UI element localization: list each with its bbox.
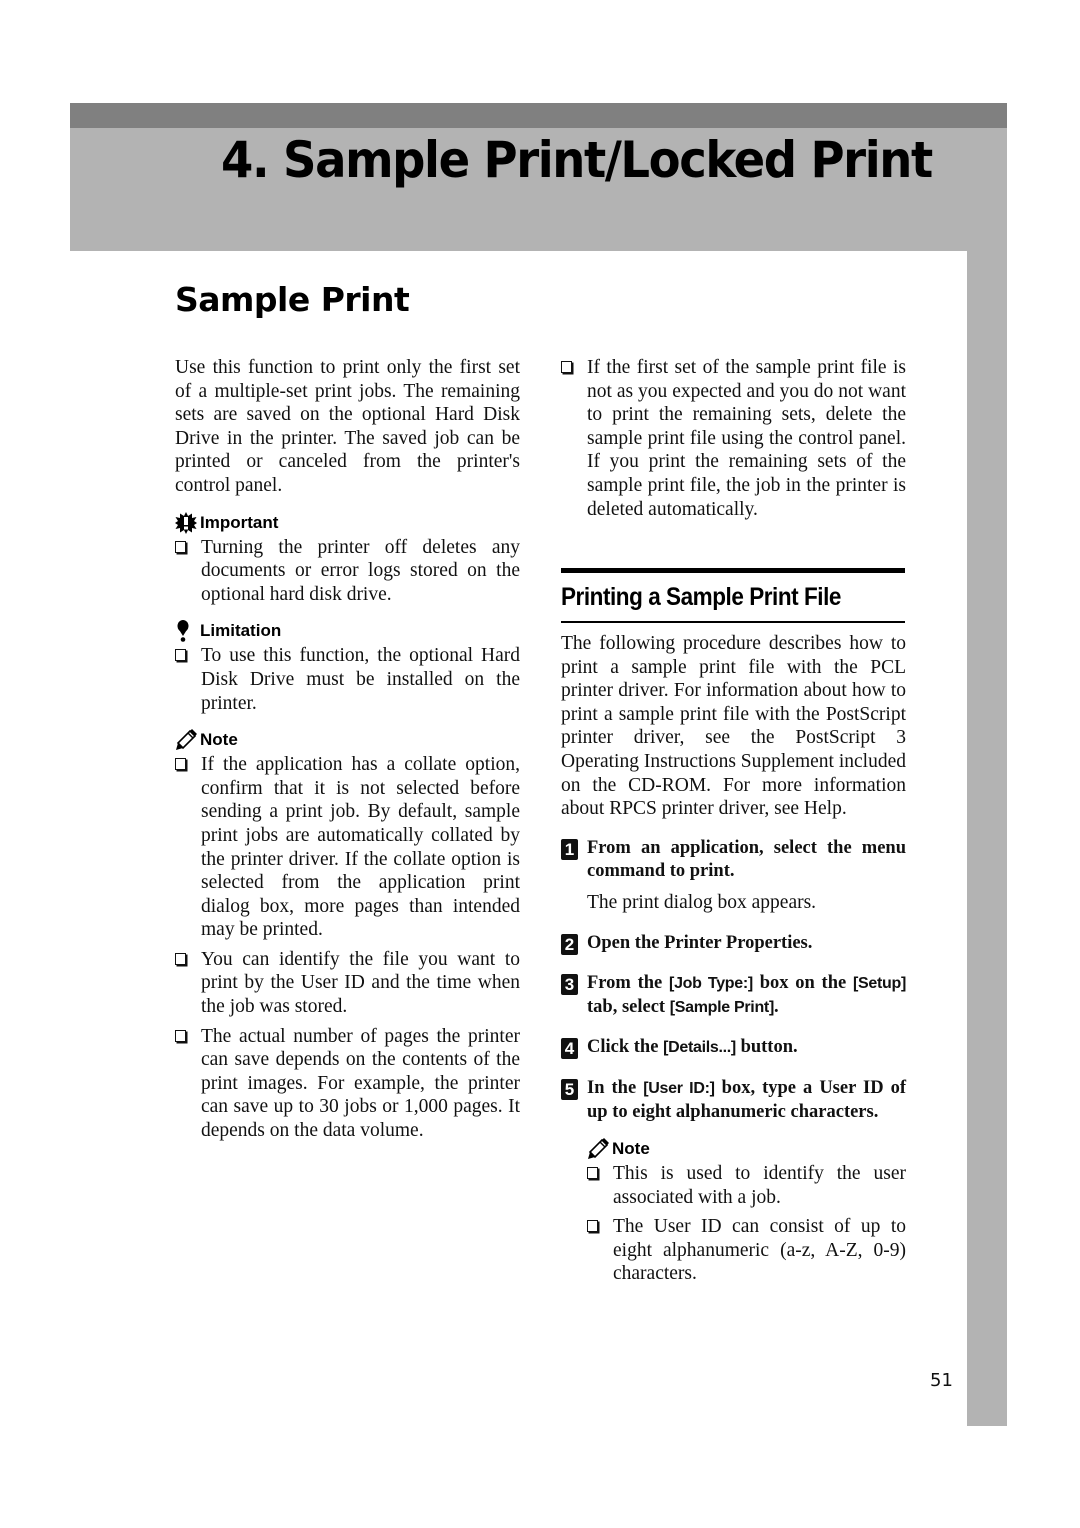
- step-instruction: From an application, select the menu com…: [587, 837, 906, 882]
- intro-paragraph: Use this function to print only the firs…: [175, 357, 520, 496]
- details-button-ref: [Details...]: [663, 1039, 736, 1057]
- important-label: Important: [200, 512, 279, 532]
- step-1: 1 From an application, select the menu c…: [561, 837, 906, 915]
- step5-note-block: Note This is used to identify the user a…: [587, 1138, 906, 1286]
- checkbox-bullet-icon: [175, 758, 186, 771]
- note-label: Note: [200, 730, 238, 750]
- user-id-field-ref: [User ID:]: [643, 1079, 715, 1097]
- subsection-title: Printing a Sample Print File: [561, 583, 841, 611]
- procedure-intro: The following procedure describes how to…: [561, 633, 906, 820]
- limitation-heading: Limitation: [175, 620, 520, 643]
- sample-print-note-item: If the first set of the sample print fil…: [561, 356, 906, 521]
- step-4: 4 Click the [Details...] button.: [561, 1036, 906, 1060]
- note-item: The actual number of pages the printer c…: [175, 1025, 520, 1143]
- note-item: This is used to identify the user associ…: [587, 1162, 906, 1209]
- limitation-icon: [177, 620, 189, 643]
- procedure: The following procedure describes how to…: [561, 632, 906, 1286]
- checkbox-bullet-icon: [175, 649, 186, 662]
- important-item: Turning the printer off deletes any docu…: [175, 536, 520, 607]
- step-number-badge: 5: [561, 1078, 578, 1100]
- checkbox-bullet-icon: [587, 1220, 598, 1233]
- step-2: 2 Open the Printer Properties.: [561, 932, 906, 956]
- note-item: If the application has a collate option,…: [175, 753, 520, 942]
- pencil-note-icon: [176, 729, 197, 751]
- note-item: You can identify the file you want to pr…: [175, 948, 520, 1019]
- checkbox-bullet-icon: [175, 952, 186, 965]
- limitation-label: Limitation: [200, 621, 282, 641]
- step-3: 3 From the [Job Type:] box on the [Setup…: [561, 972, 906, 1019]
- step-instruction: Click the [Details...] button.: [587, 1037, 798, 1058]
- checkbox-bullet-icon: [175, 540, 186, 553]
- limitation-item: To use this function, the optional Hard …: [175, 644, 520, 715]
- checkbox-bullet-icon: [561, 361, 572, 373]
- step-result: The print dialog box appears.: [587, 891, 817, 913]
- right-column-top: If the first set of the sample print fil…: [561, 350, 906, 521]
- step-5: 5 In the [User ID:] box, type a User ID …: [561, 1077, 906, 1286]
- step-number-badge: 3: [561, 974, 578, 996]
- sample-print-option-ref: [Sample Print]: [669, 998, 775, 1016]
- checkbox-bullet-icon: [587, 1167, 598, 1180]
- limitation-block: Limitation To use this function, the opt…: [175, 620, 520, 715]
- important-icon: [175, 511, 197, 534]
- step-number-badge: 4: [561, 1038, 578, 1060]
- step-number-badge: 1: [561, 838, 578, 860]
- subsection-top-rule: [561, 568, 905, 573]
- important-block: Important Turning the printer off delete…: [175, 511, 520, 607]
- note-heading: Note: [587, 1138, 906, 1160]
- chapter-side-tab: [967, 251, 1007, 1426]
- chapter-header-dark-band: [70, 103, 1007, 128]
- note-block: Note If the application has a collate op…: [175, 729, 520, 1143]
- step-number-badge: 2: [561, 933, 578, 955]
- setup-tab-ref: [Setup]: [852, 975, 906, 993]
- note-heading: Note: [175, 729, 520, 751]
- step-instruction: Open the Printer Properties.: [587, 932, 813, 953]
- chapter-title: 4. Sample Print/Locked Print: [221, 131, 933, 189]
- subsection-bottom-rule: [561, 621, 905, 623]
- pencil-note-icon: [588, 1138, 609, 1160]
- section-title: Sample Print: [175, 280, 410, 319]
- checkbox-bullet-icon: [175, 1029, 186, 1042]
- note-item: The User ID can consist of up to eight a…: [587, 1215, 906, 1286]
- page-number: 51: [930, 1370, 953, 1391]
- job-type-field-ref: [Job Type:]: [669, 975, 753, 993]
- note-label: Note: [612, 1139, 650, 1159]
- important-heading: Important: [175, 511, 520, 534]
- step-instruction: In the [User ID:] box, type a User ID of…: [587, 1077, 906, 1122]
- step-instruction: From the [Job Type:] box on the [Setup] …: [587, 973, 906, 1017]
- left-column: Use this function to print only the firs…: [175, 356, 520, 1143]
